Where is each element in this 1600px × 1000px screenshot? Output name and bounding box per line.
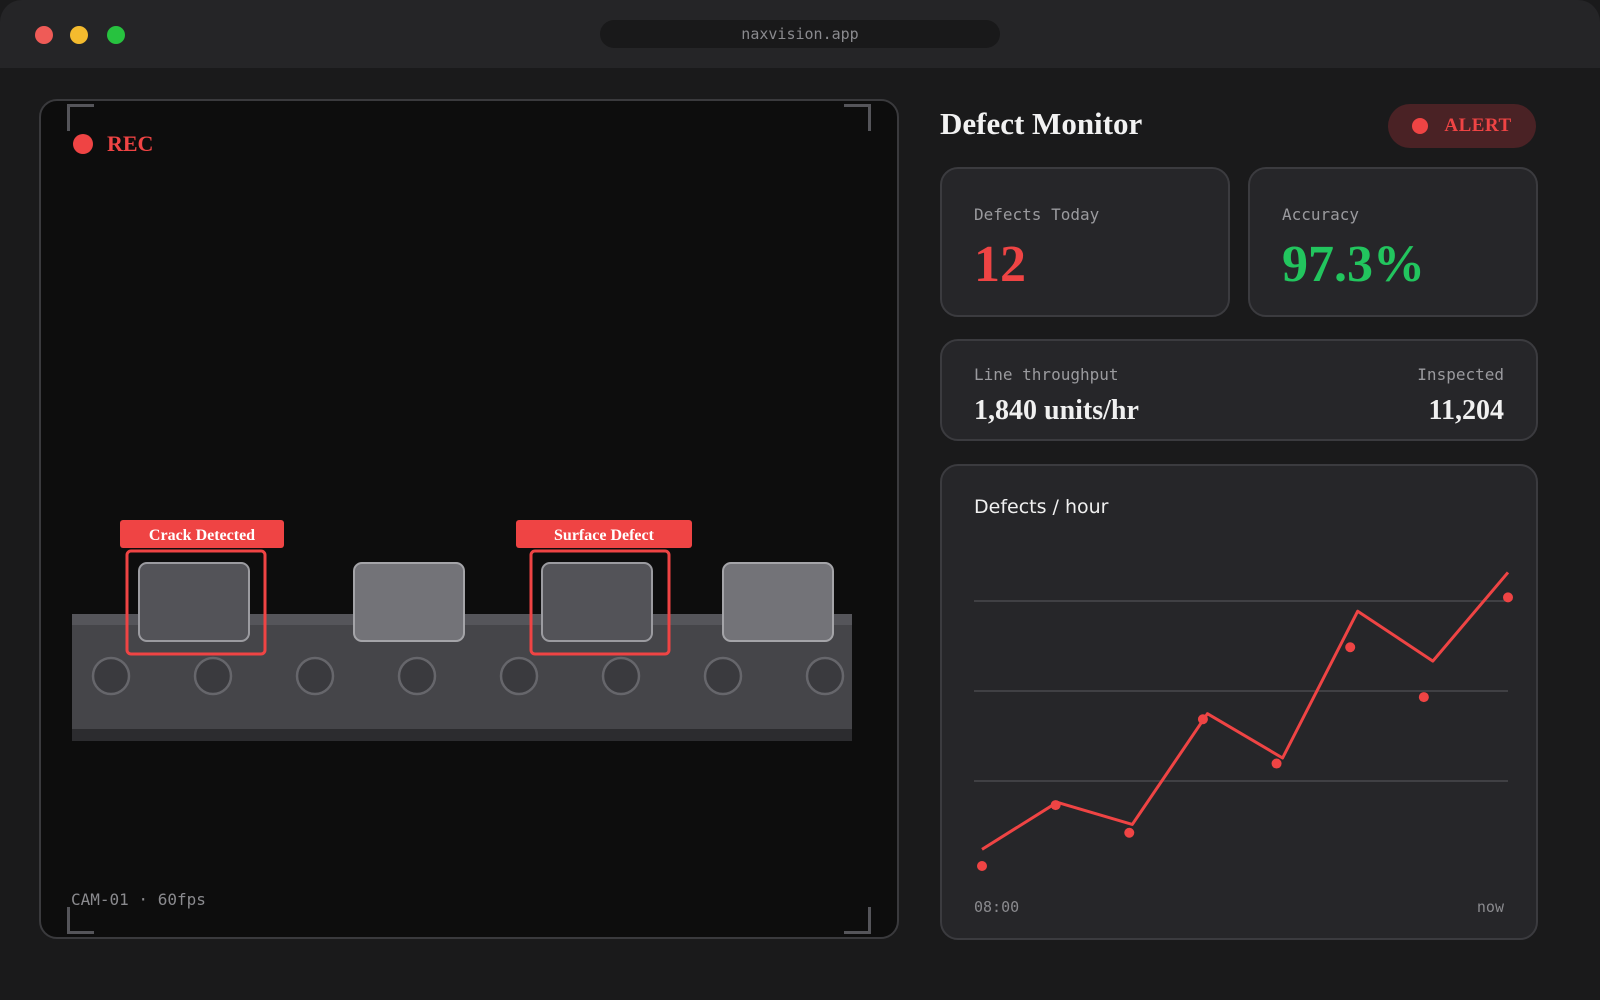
chart-data-point[interactable] bbox=[1418, 692, 1429, 703]
chart-data-point[interactable] bbox=[1345, 642, 1356, 653]
detection-label: Surface Defect bbox=[554, 527, 655, 544]
belt-bottom-edge bbox=[72, 729, 852, 741]
close-window-button[interactable] bbox=[35, 26, 53, 44]
viewfinder-corner bbox=[844, 104, 871, 131]
camera-feed: Crack Detected Surface Defect REC CAM-01… bbox=[39, 99, 899, 939]
defects-chart bbox=[974, 571, 1513, 871]
page-title: Defect Monitor bbox=[940, 106, 1143, 141]
conveyor-roller bbox=[703, 656, 743, 696]
defects-today-value: 12 bbox=[974, 236, 1026, 293]
chart-data-point[interactable] bbox=[1197, 714, 1208, 725]
conveyor-roller bbox=[91, 656, 131, 696]
chart-data-point[interactable] bbox=[977, 861, 987, 871]
defects-chart-card: Defects / hour 08:00 now bbox=[940, 464, 1538, 940]
conveyor-roller bbox=[499, 656, 539, 696]
title-bar: naxvision.app bbox=[0, 0, 1600, 68]
viewfinder-corner bbox=[67, 104, 94, 131]
conveyor-item bbox=[722, 562, 834, 642]
detection-label: Crack Detected bbox=[149, 527, 255, 544]
accuracy-value: 97.3% bbox=[1282, 236, 1425, 293]
chart-data-point[interactable] bbox=[1124, 827, 1135, 838]
alert-label: ALERT bbox=[1444, 115, 1512, 136]
conveyor-item bbox=[138, 562, 250, 642]
x-axis-end-label: now bbox=[1476, 898, 1504, 916]
alert-badge[interactable]: ALERT bbox=[1388, 104, 1536, 148]
conveyor-roller bbox=[295, 656, 335, 696]
chart-data-point[interactable] bbox=[1271, 758, 1282, 769]
chart-series-line bbox=[981, 571, 1510, 851]
rec-indicator-icon bbox=[73, 134, 93, 154]
chart-data-point[interactable] bbox=[1050, 800, 1061, 811]
conveyor-roller bbox=[805, 656, 845, 696]
defects-today-label: Defects Today bbox=[974, 205, 1100, 224]
chart-title: Defects / hour bbox=[974, 496, 1109, 518]
throughput-value: 1,840 units/hr bbox=[974, 395, 1139, 426]
chart-data-point[interactable] bbox=[1503, 592, 1513, 603]
maximize-window-button[interactable] bbox=[107, 26, 125, 44]
rec-label: REC bbox=[107, 131, 154, 156]
url-bar[interactable]: naxvision.app bbox=[600, 20, 1000, 48]
minimize-window-button[interactable] bbox=[70, 26, 88, 44]
x-axis-start-label: 08:00 bbox=[974, 898, 1020, 916]
alert-indicator-icon bbox=[1412, 118, 1429, 134]
conveyor-item bbox=[541, 562, 653, 642]
accuracy-card: Accuracy 97.3% bbox=[1248, 167, 1538, 317]
conveyor-roller bbox=[397, 656, 437, 696]
viewfinder-corner bbox=[67, 907, 94, 934]
viewfinder-corner bbox=[844, 907, 871, 934]
rec-indicator: REC bbox=[73, 131, 153, 157]
defects-today-card: Defects Today 12 bbox=[940, 167, 1230, 317]
inspected-label: Inspected bbox=[1417, 365, 1504, 384]
camera-meta: CAM-01 · 60fps bbox=[71, 890, 206, 909]
inspected-value: 11,204 bbox=[1428, 395, 1504, 426]
conveyor-scene: Crack Detected Surface Defect bbox=[72, 520, 852, 741]
conveyor-item bbox=[353, 562, 465, 642]
throughput-label: Line throughput bbox=[974, 365, 1119, 384]
accuracy-label: Accuracy bbox=[1282, 205, 1360, 224]
conveyor-roller bbox=[193, 656, 233, 696]
throughput-card: Line throughput 1,840 units/hr Inspected… bbox=[940, 339, 1538, 441]
conveyor-roller bbox=[601, 656, 641, 696]
